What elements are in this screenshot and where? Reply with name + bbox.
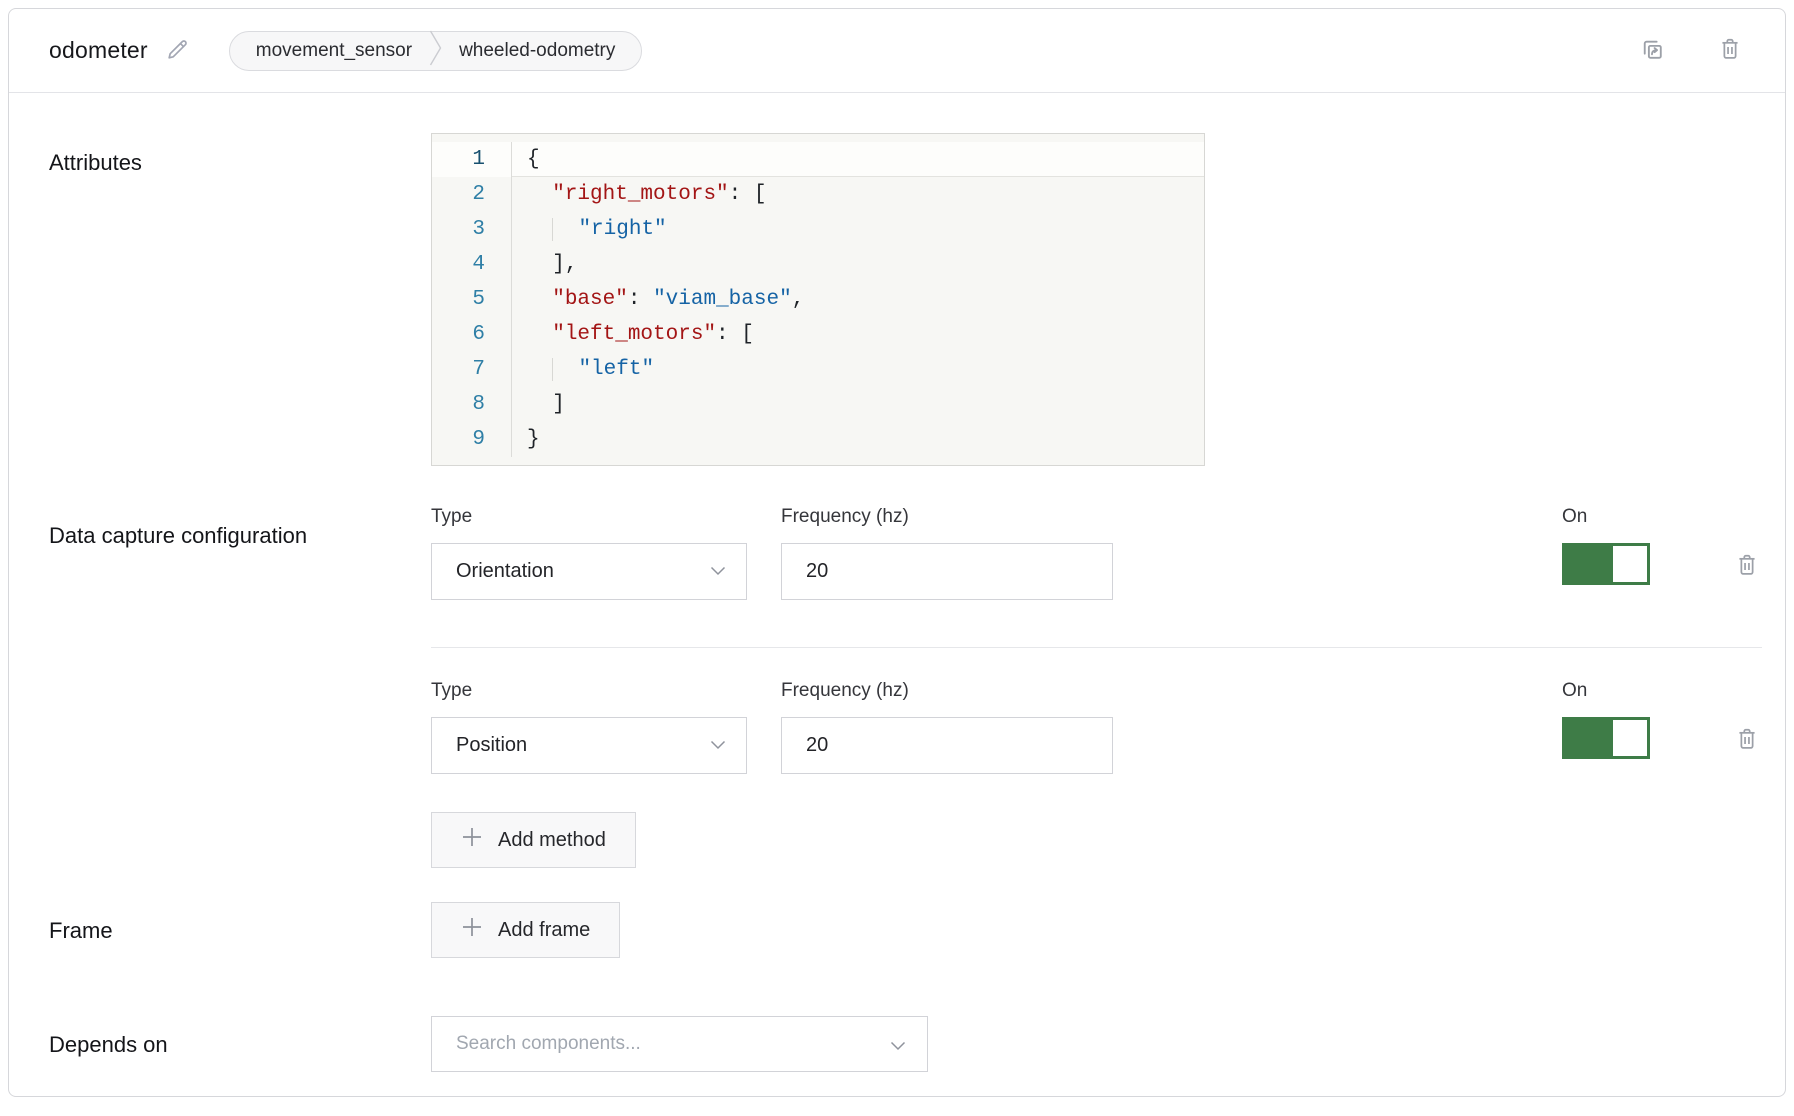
capture-type-value: Position <box>456 734 710 757</box>
depends-on-section: Depends on <box>49 1016 1762 1072</box>
editor-gutter: 123456789 <box>432 142 512 457</box>
trash-icon <box>1734 726 1760 755</box>
pencil-icon <box>164 36 191 66</box>
add-frame-label: Add frame <box>498 919 590 942</box>
breadcrumb: movement_sensor wheeled-odometry <box>229 31 643 71</box>
type-label: Type <box>431 680 747 704</box>
edit-name-button[interactable] <box>164 36 191 66</box>
attributes-json-editor[interactable]: 123456789 { "right_motors": [ "right" ],… <box>431 133 1205 466</box>
breadcrumb-family: movement_sensor <box>256 40 412 62</box>
breadcrumb-model: wheeled-odometry <box>459 40 615 62</box>
duplicate-icon <box>1638 35 1667 67</box>
plus-icon <box>461 826 483 854</box>
data-capture-label: Data capture configuration <box>49 506 431 553</box>
capture-enabled-toggle[interactable] <box>1562 717 1650 759</box>
editor-code: { "right_motors": [ "right" ], "base": "… <box>512 142 1204 457</box>
depends-on-label: Depends on <box>49 1027 431 1062</box>
capture-frequency-input[interactable] <box>781 717 1113 774</box>
component-header: odometer movement_sensor wheeled-odometr… <box>9 9 1785 93</box>
chevron-right-icon <box>428 29 443 72</box>
plus-icon <box>461 916 483 944</box>
capture-row: Type Position Frequency (hz) On <box>431 680 1762 774</box>
frame-label: Frame <box>49 913 431 948</box>
delete-capture-method-button[interactable] <box>1732 724 1762 757</box>
capture-frequency-input[interactable] <box>781 543 1113 600</box>
capture-type-value: Orientation <box>456 560 710 583</box>
header-actions <box>1636 33 1745 69</box>
capture-row-divider <box>431 647 1762 648</box>
delete-capture-method-button[interactable] <box>1732 550 1762 583</box>
frequency-label: Frequency (hz) <box>781 680 1113 704</box>
component-title: odometer <box>49 37 148 64</box>
attributes-row: Attributes 123456789 { "right_motors": [… <box>49 133 1762 466</box>
frequency-label: Frequency (hz) <box>781 506 1113 530</box>
frame-section: Frame Add frame <box>49 902 1762 958</box>
chevron-down-icon <box>710 563 726 581</box>
duplicate-component-button[interactable] <box>1636 33 1669 69</box>
add-frame-button[interactable]: Add frame <box>431 902 620 958</box>
type-label: Type <box>431 506 747 530</box>
capture-row: Type Orientation Frequency (hz) <box>431 506 1762 600</box>
depends-search-input[interactable] <box>431 1016 928 1072</box>
data-capture-section: Data capture configuration Type Orientat… <box>49 506 1762 868</box>
delete-component-button[interactable] <box>1715 34 1745 67</box>
add-method-button[interactable]: Add method <box>431 812 636 868</box>
component-body: Attributes 123456789 { "right_motors": [… <box>9 93 1785 1072</box>
chevron-down-icon <box>710 737 726 755</box>
capture-type-select[interactable]: Orientation <box>431 543 747 600</box>
capture-enabled-toggle[interactable] <box>1562 543 1650 585</box>
toggle-knob <box>1613 546 1647 582</box>
add-method-label: Add method <box>498 829 606 852</box>
trash-icon <box>1734 552 1760 581</box>
toggle-on-label: On <box>1562 680 1650 704</box>
capture-type-select[interactable]: Position <box>431 717 747 774</box>
component-card: odometer movement_sensor wheeled-odometr… <box>8 8 1786 1097</box>
trash-icon <box>1717 36 1743 65</box>
attributes-label: Attributes <box>49 133 431 180</box>
toggle-knob <box>1613 720 1647 756</box>
toggle-on-label: On <box>1562 506 1650 530</box>
